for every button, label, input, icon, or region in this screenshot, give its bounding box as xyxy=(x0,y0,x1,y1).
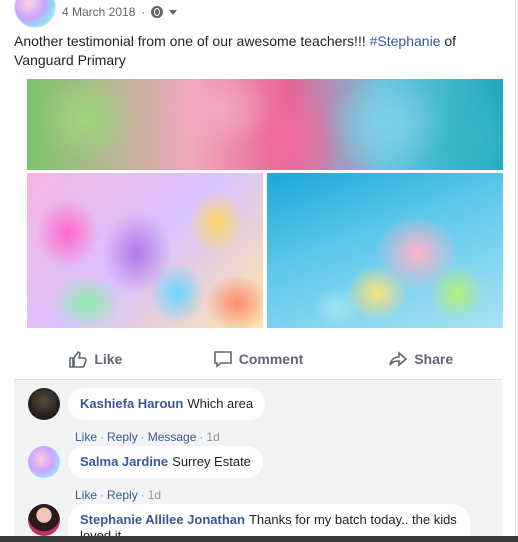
photo-top[interactable] xyxy=(27,79,503,170)
comment-actions: Like · Reply · Message · 1d xyxy=(75,430,220,444)
post-actions: Like Comment Share xyxy=(14,339,502,380)
hashtag-link[interactable]: #Stephanie xyxy=(370,33,441,49)
comment-icon xyxy=(213,351,232,368)
comment-message-link[interactable]: Message xyxy=(148,430,197,444)
photo-bottom-right[interactable] xyxy=(267,173,503,328)
comment-bubble: Salma Jardine Surrey Estate xyxy=(68,446,263,478)
window-bottom-edge xyxy=(0,536,518,542)
like-button[interactable]: Like xyxy=(14,339,177,379)
post-text: Another testimonial from one of our awes… xyxy=(14,33,457,68)
share-icon xyxy=(389,351,408,367)
comment-actions: Like · Reply · 1d xyxy=(75,488,162,502)
globe-icon[interactable] xyxy=(151,6,164,18)
commenter-name[interactable]: Kashiefa Haroun xyxy=(80,396,183,411)
post-meta: 4 March 2018 · xyxy=(62,5,178,19)
comment-time[interactable]: 1d xyxy=(206,430,219,444)
comments-section: Kashiefa Haroun Which area Like · Reply · Mes… xyxy=(14,380,502,542)
comment-like-link[interactable]: Like xyxy=(75,488,97,502)
comment-time[interactable]: 1d xyxy=(148,488,161,502)
chevron-down-icon[interactable] xyxy=(169,9,178,15)
comment-like-link[interactable]: Like xyxy=(75,430,97,444)
facebook-post: 4 March 2018 · Another testimonial from … xyxy=(0,0,516,542)
comment-bubble: Kashiefa Haroun Which area xyxy=(68,388,266,420)
like-icon xyxy=(69,351,88,368)
comment-button[interactable]: Comment xyxy=(177,339,340,379)
photo-bottom-left[interactable] xyxy=(27,173,263,328)
commenter-name[interactable]: Salma Jardine xyxy=(80,454,168,469)
page-avatar[interactable] xyxy=(14,0,56,28)
avatar[interactable] xyxy=(28,388,60,420)
avatar[interactable] xyxy=(28,446,60,478)
comment-reply-link[interactable]: Reply xyxy=(107,488,138,502)
commenter-name[interactable]: Stephanie Allilee Jonathan xyxy=(80,512,245,527)
avatar[interactable] xyxy=(28,504,60,536)
comment-reply-link[interactable]: Reply xyxy=(107,430,138,444)
share-button[interactable]: Share xyxy=(339,339,502,379)
post-date[interactable]: 4 March 2018 xyxy=(62,5,135,19)
